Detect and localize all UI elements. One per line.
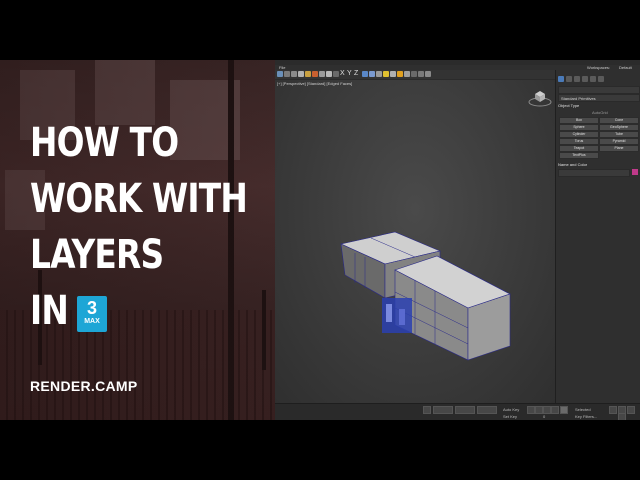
hierarchy-tab-icon[interactable] (574, 76, 580, 82)
previous-frame-icon[interactable] (535, 406, 543, 414)
app-window: File Workspaces: Default X Y Z [+] [Pers… (275, 60, 640, 420)
select-icon[interactable] (312, 71, 318, 77)
motion-tab-icon[interactable] (582, 76, 588, 82)
promo-panel: HOW TO WORK WITH LAYERS IN 3 MAX RENDER.… (0, 60, 275, 420)
utilities-tab-icon[interactable] (598, 76, 604, 82)
move-icon[interactable] (319, 71, 325, 77)
object-teapot-button[interactable]: Teapot (559, 145, 599, 152)
badge-number: 3 (86, 298, 97, 318)
play-icon[interactable] (543, 406, 551, 414)
render-icon[interactable] (390, 71, 396, 77)
add-key-icon[interactable] (560, 406, 568, 414)
headline: HOW TO WORK WITH LAYERS IN (30, 115, 248, 339)
headline-line3: LAYERS (30, 232, 164, 278)
headline-line1: HOW TO (30, 120, 179, 166)
object-color-swatch[interactable] (632, 169, 638, 175)
object-tube-button[interactable]: Tube (599, 131, 639, 138)
axis-y-button[interactable]: Y (347, 70, 352, 78)
object-plane-button[interactable]: Plane (599, 145, 639, 152)
selected-dropdown[interactable]: Selected (575, 407, 591, 412)
bind-icon[interactable] (305, 71, 311, 77)
snap-icon[interactable] (362, 71, 368, 77)
status-bar: Auto Key Set Key 0 Selected Key Filters.… (275, 403, 640, 420)
category-value: Standard Primitives (561, 96, 596, 101)
video-frame: HOW TO WORK WITH LAYERS IN 3 MAX RENDER.… (0, 60, 640, 420)
object-textplus-button[interactable]: TextPlus (559, 152, 599, 159)
render-setup-icon[interactable] (397, 71, 403, 77)
go-to-start-icon[interactable] (527, 406, 535, 414)
render-frame-icon[interactable] (411, 71, 417, 77)
orbit-icon[interactable] (627, 406, 635, 414)
headline-line4: IN (30, 288, 69, 334)
redo-icon[interactable] (284, 71, 290, 77)
object-type-title: Object Type (558, 103, 580, 108)
object-box-button[interactable]: Box (559, 117, 599, 124)
name-color-title: Name and Color (558, 162, 588, 167)
unlink-icon[interactable] (298, 71, 304, 77)
frame-field[interactable]: 0 (543, 414, 545, 419)
object-sphere-button[interactable]: Sphere (559, 124, 599, 131)
3dsmax-logo-icon: 3 MAX (77, 296, 107, 332)
coordinate-x-field[interactable] (433, 406, 453, 414)
undo-icon[interactable] (277, 71, 283, 77)
scale-icon[interactable] (333, 71, 339, 77)
perspective-viewport[interactable]: [+] [Perspective] [Standard] [Edged Face… (275, 80, 555, 403)
link-icon[interactable] (291, 71, 297, 77)
rotate-icon[interactable] (326, 71, 332, 77)
brand-logo: RENDER.CAMP (30, 378, 138, 394)
mirror-icon[interactable] (369, 71, 375, 77)
zoom-icon[interactable] (609, 406, 617, 414)
object-type-rollout[interactable]: Object Type (558, 103, 638, 108)
object-pyramid-button[interactable]: Pyramid (599, 138, 639, 145)
warning-icon[interactable] (383, 71, 389, 77)
maximize-viewport-icon[interactable] (618, 413, 626, 420)
object-torus-button[interactable]: Torus (559, 138, 599, 145)
object-name-field[interactable] (558, 169, 630, 177)
next-frame-icon[interactable] (551, 406, 559, 414)
modify-tab-icon[interactable] (566, 76, 572, 82)
display-tab-icon[interactable] (590, 76, 596, 82)
align-icon[interactable] (376, 71, 382, 77)
key-filters-button[interactable]: Key Filters... (575, 414, 597, 419)
autogrid-checkbox[interactable]: AutoGrid (592, 110, 608, 115)
category-dropdown[interactable]: Standard Primitives (558, 94, 640, 102)
name-color-rollout[interactable]: Name and Color (558, 162, 638, 167)
coordinate-y-field[interactable] (455, 406, 475, 414)
coordinate-z-field[interactable] (477, 406, 497, 414)
badge-label: MAX (84, 318, 100, 325)
main-toolbar: X Y Z (275, 70, 555, 79)
auto-key-button[interactable]: Auto Key (503, 407, 519, 412)
geometry-icon-row (558, 86, 640, 94)
set-key-button[interactable]: Set Key (503, 414, 517, 419)
curve-editor-icon[interactable] (425, 71, 431, 77)
command-panel-tabs (558, 76, 639, 83)
command-panel: Standard Primitives Object Type AutoGrid… (555, 70, 640, 403)
axis-x-button[interactable]: X (340, 70, 345, 78)
lock-selection-icon[interactable] (423, 406, 431, 414)
object-cone-button[interactable]: Cone (599, 117, 639, 124)
building-model[interactable] (275, 80, 555, 403)
scene-explorer-icon[interactable] (418, 71, 424, 77)
object-geosphere-button[interactable]: GeoSphere (599, 124, 639, 131)
create-tab-icon[interactable] (558, 76, 564, 82)
axis-z-button[interactable]: Z (354, 70, 358, 78)
material-editor-icon[interactable] (404, 71, 410, 77)
headline-line2: WORK WITH (30, 176, 248, 222)
object-cylinder-button[interactable]: Cylinder (559, 131, 599, 138)
